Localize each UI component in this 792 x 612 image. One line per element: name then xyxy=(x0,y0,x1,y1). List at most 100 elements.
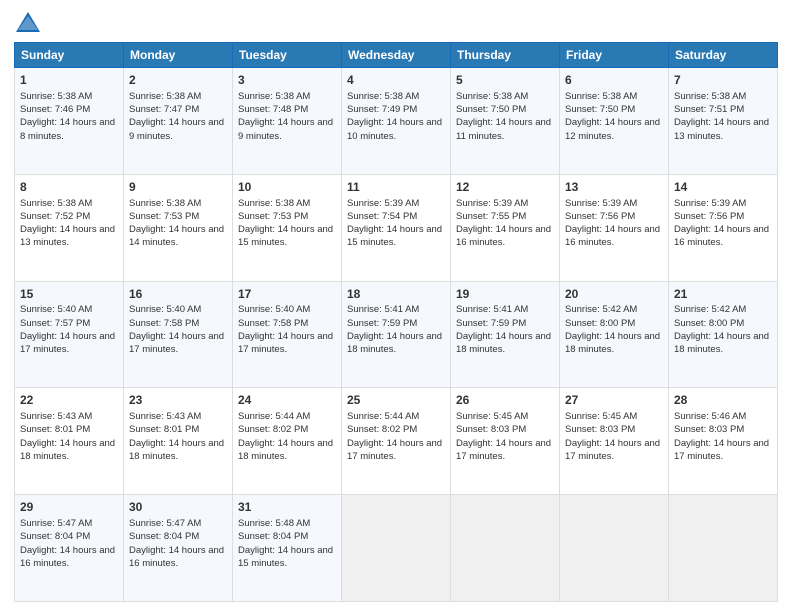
sunrise-text: Sunrise: 5:38 AM xyxy=(456,91,528,102)
sunset-text: Sunset: 8:03 PM xyxy=(674,424,744,435)
header-thursday: Thursday xyxy=(451,43,560,68)
daylight-text: Daylight: 14 hours and 10 minutes. xyxy=(347,117,442,141)
daylight-text: Daylight: 14 hours and 12 minutes. xyxy=(565,117,660,141)
daylight-text: Daylight: 14 hours and 18 minutes. xyxy=(674,331,769,355)
sunset-text: Sunset: 7:55 PM xyxy=(456,211,526,222)
daylight-text: Daylight: 14 hours and 14 minutes. xyxy=(129,224,224,248)
day-number: 19 xyxy=(456,286,554,303)
calendar-cell: 27Sunrise: 5:45 AMSunset: 8:03 PMDayligh… xyxy=(560,388,669,495)
calendar: SundayMondayTuesdayWednesdayThursdayFrid… xyxy=(14,42,778,602)
calendar-cell: 13Sunrise: 5:39 AMSunset: 7:56 PMDayligh… xyxy=(560,174,669,281)
calendar-cell: 9Sunrise: 5:38 AMSunset: 7:53 PMDaylight… xyxy=(124,174,233,281)
day-number: 21 xyxy=(674,286,772,303)
day-number: 6 xyxy=(565,72,663,89)
calendar-cell: 3Sunrise: 5:38 AMSunset: 7:48 PMDaylight… xyxy=(233,68,342,175)
sunrise-text: Sunrise: 5:39 AM xyxy=(347,198,419,209)
sunset-text: Sunset: 7:58 PM xyxy=(238,318,308,329)
daylight-text: Daylight: 14 hours and 15 minutes. xyxy=(238,224,333,248)
day-number: 15 xyxy=(20,286,118,303)
day-number: 1 xyxy=(20,72,118,89)
sunset-text: Sunset: 7:56 PM xyxy=(674,211,744,222)
daylight-text: Daylight: 14 hours and 13 minutes. xyxy=(674,117,769,141)
daylight-text: Daylight: 14 hours and 16 minutes. xyxy=(674,224,769,248)
calendar-cell: 25Sunrise: 5:44 AMSunset: 8:02 PMDayligh… xyxy=(342,388,451,495)
calendar-cell: 15Sunrise: 5:40 AMSunset: 7:57 PMDayligh… xyxy=(15,281,124,388)
calendar-cell: 28Sunrise: 5:46 AMSunset: 8:03 PMDayligh… xyxy=(669,388,778,495)
sunrise-text: Sunrise: 5:48 AM xyxy=(238,518,310,529)
calendar-cell: 29Sunrise: 5:47 AMSunset: 8:04 PMDayligh… xyxy=(15,495,124,602)
day-number: 29 xyxy=(20,499,118,516)
sunset-text: Sunset: 7:53 PM xyxy=(129,211,199,222)
day-number: 28 xyxy=(674,392,772,409)
daylight-text: Daylight: 14 hours and 18 minutes. xyxy=(456,331,551,355)
daylight-text: Daylight: 14 hours and 18 minutes. xyxy=(565,331,660,355)
sunset-text: Sunset: 7:49 PM xyxy=(347,104,417,115)
sunset-text: Sunset: 8:03 PM xyxy=(456,424,526,435)
day-number: 27 xyxy=(565,392,663,409)
sunrise-text: Sunrise: 5:41 AM xyxy=(347,304,419,315)
day-number: 8 xyxy=(20,179,118,196)
calendar-header: SundayMondayTuesdayWednesdayThursdayFrid… xyxy=(15,43,778,68)
header-wednesday: Wednesday xyxy=(342,43,451,68)
sunset-text: Sunset: 7:52 PM xyxy=(20,211,90,222)
day-number: 16 xyxy=(129,286,227,303)
sunset-text: Sunset: 8:00 PM xyxy=(674,318,744,329)
calendar-cell: 10Sunrise: 5:38 AMSunset: 7:53 PMDayligh… xyxy=(233,174,342,281)
calendar-cell: 12Sunrise: 5:39 AMSunset: 7:55 PMDayligh… xyxy=(451,174,560,281)
header-friday: Friday xyxy=(560,43,669,68)
calendar-cell: 8Sunrise: 5:38 AMSunset: 7:52 PMDaylight… xyxy=(15,174,124,281)
day-number: 26 xyxy=(456,392,554,409)
calendar-cell: 7Sunrise: 5:38 AMSunset: 7:51 PMDaylight… xyxy=(669,68,778,175)
day-number: 17 xyxy=(238,286,336,303)
daylight-text: Daylight: 14 hours and 17 minutes. xyxy=(129,331,224,355)
day-number: 5 xyxy=(456,72,554,89)
calendar-cell: 6Sunrise: 5:38 AMSunset: 7:50 PMDaylight… xyxy=(560,68,669,175)
sunrise-text: Sunrise: 5:40 AM xyxy=(129,304,201,315)
sunset-text: Sunset: 7:50 PM xyxy=(565,104,635,115)
sunrise-text: Sunrise: 5:44 AM xyxy=(347,411,419,422)
sunrise-text: Sunrise: 5:38 AM xyxy=(347,91,419,102)
week-row-3: 15 Sunrise: 5:40 AM Sunset: 7:57 PM Dayligh… xyxy=(15,281,778,388)
daylight-text: Daylight: 14 hours and 9 minutes. xyxy=(129,117,224,141)
daylight-text: Daylight: 14 hours and 15 minutes. xyxy=(238,545,333,569)
calendar-cell: 24Sunrise: 5:44 AMSunset: 8:02 PMDayligh… xyxy=(233,388,342,495)
daylight-text: Daylight: 14 hours and 16 minutes. xyxy=(20,545,115,569)
sunrise-text: Sunrise: 5:43 AM xyxy=(129,411,201,422)
sunrise-text: Sunrise: 5:42 AM xyxy=(674,304,746,315)
daylight-text: Daylight: 14 hours and 8 minutes. xyxy=(20,117,115,141)
header-monday: Monday xyxy=(124,43,233,68)
daylight-text: Daylight: 14 hours and 17 minutes. xyxy=(20,331,115,355)
week-row-4: 22Sunrise: 5:43 AMSunset: 8:01 PMDayligh… xyxy=(15,388,778,495)
day-number: 10 xyxy=(238,179,336,196)
sunrise-text: Sunrise: 5:38 AM xyxy=(674,91,746,102)
sunrise-text: Sunrise: 5:38 AM xyxy=(129,91,201,102)
calendar-cell: 31Sunrise: 5:48 AMSunset: 8:04 PMDayligh… xyxy=(233,495,342,602)
daylight-text: Daylight: 14 hours and 17 minutes. xyxy=(347,438,442,462)
sunrise-text: Sunrise: 5:45 AM xyxy=(565,411,637,422)
calendar-cell xyxy=(669,495,778,602)
daylight-text: Daylight: 14 hours and 17 minutes. xyxy=(456,438,551,462)
header-sunday: Sunday xyxy=(15,43,124,68)
calendar-cell xyxy=(342,495,451,602)
sunset-text: Sunset: 8:04 PM xyxy=(20,531,90,542)
daylight-text: Daylight: 14 hours and 18 minutes. xyxy=(238,438,333,462)
daylight-text: Daylight: 14 hours and 18 minutes. xyxy=(129,438,224,462)
sunrise-text: Sunrise: 5:39 AM xyxy=(674,198,746,209)
week-row-5: 29 Sunrise: 5:47 AM Sunset: 8:04 PM Dayligh… xyxy=(15,495,778,602)
calendar-cell: 20Sunrise: 5:42 AMSunset: 8:00 PMDayligh… xyxy=(560,281,669,388)
header-tuesday: Tuesday xyxy=(233,43,342,68)
sunset-text: Sunset: 7:57 PM xyxy=(20,318,90,329)
sunset-text: Sunset: 7:54 PM xyxy=(347,211,417,222)
sunrise-text: Sunrise: 5:47 AM xyxy=(129,518,201,529)
sunrise-text: Sunrise: 5:38 AM xyxy=(20,198,92,209)
sunset-text: Sunset: 7:47 PM xyxy=(129,104,199,115)
daylight-text: Daylight: 14 hours and 11 minutes. xyxy=(456,117,551,141)
sunrise-text: Sunrise: 5:46 AM xyxy=(674,411,746,422)
sunset-text: Sunset: 7:59 PM xyxy=(347,318,417,329)
sunset-text: Sunset: 7:50 PM xyxy=(456,104,526,115)
day-number: 24 xyxy=(238,392,336,409)
daylight-text: Daylight: 14 hours and 17 minutes. xyxy=(238,331,333,355)
day-number: 20 xyxy=(565,286,663,303)
daylight-text: Daylight: 14 hours and 18 minutes. xyxy=(347,331,442,355)
calendar-cell: 21Sunrise: 5:42 AM Sunset: 8:00 PM Dayligh… xyxy=(669,281,778,388)
